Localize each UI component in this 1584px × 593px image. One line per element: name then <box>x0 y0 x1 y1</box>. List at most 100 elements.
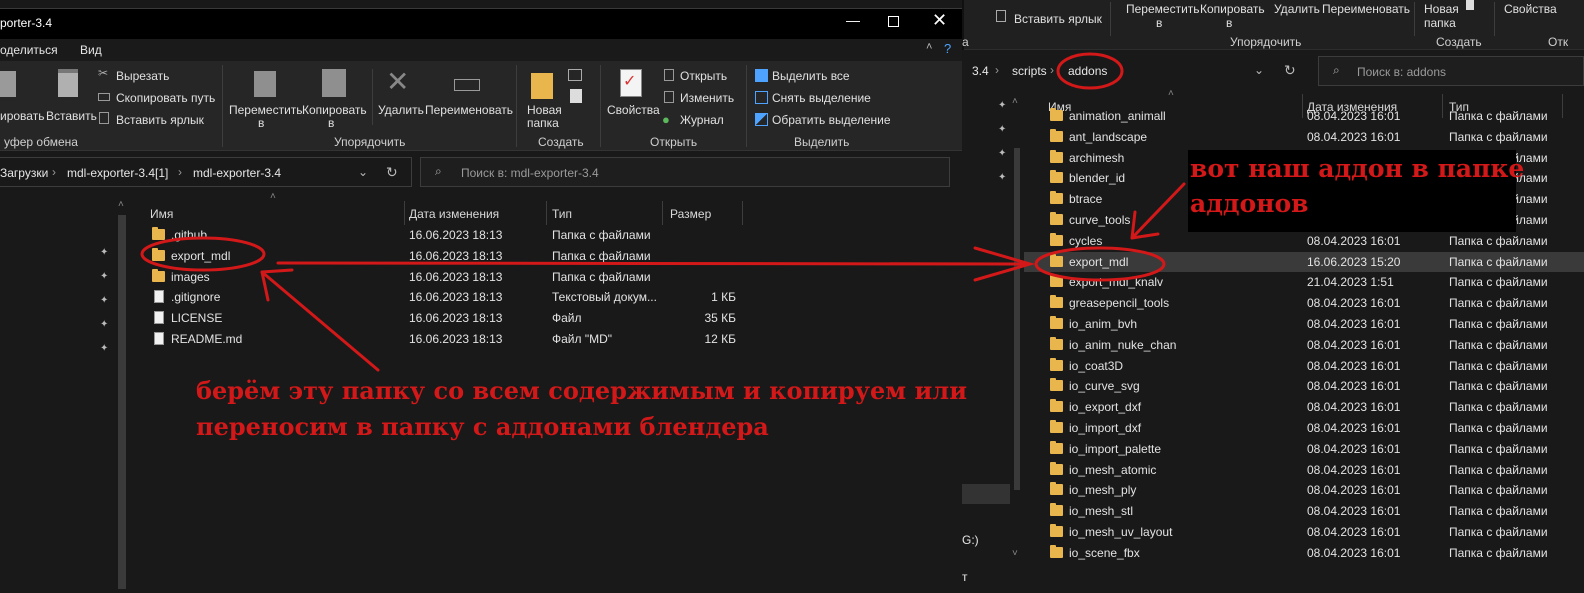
table-row[interactable]: .github 16.06.2023 18:13 Папка с файлами <box>132 225 752 245</box>
paste-shortcut-button[interactable]: Вставить ярлык <box>116 113 204 127</box>
table-row[interactable]: io_coat3D 08.04.2023 16:01 Папка с файлами <box>1024 356 1584 376</box>
column-header-date[interactable]: Дата изменения <box>409 207 499 221</box>
edit-button[interactable]: Изменить <box>680 91 734 105</box>
copy-to-button[interactable]: Копировать <box>1200 2 1265 16</box>
column-header-type[interactable]: Тип <box>552 207 572 221</box>
table-row[interactable]: .gitignore 16.06.2023 18:13 Текстовый доку… <box>132 287 752 307</box>
column-header-name[interactable]: Имя <box>150 207 173 221</box>
table-row[interactable]: cycles 08.04.2023 16:01 Папка с файлами <box>1024 231 1584 251</box>
table-row[interactable]: export_mdl 16.06.2023 18:13 Папка с файлам… <box>132 246 752 266</box>
search-box[interactable]: ⌕ Поиск в: addons <box>1318 56 1584 86</box>
table-row[interactable]: io_mesh_stl 08.04.2023 16:01 Папка с файла… <box>1024 501 1584 521</box>
nav-selected-item[interactable] <box>962 484 1010 504</box>
folder-icon <box>1050 316 1063 329</box>
invert-selection-button[interactable]: Обратить выделение <box>772 113 891 127</box>
collapse-ribbon-icon[interactable]: ˄ <box>926 41 932 53</box>
move-to-button[interactable]: Переместить <box>1126 2 1200 16</box>
address-bar[interactable]: Загрузки › mdl-exporter-3.4[1] › mdl-exp… <box>0 157 412 187</box>
table-row[interactable]: io_import_dxf 08.04.2023 16:01 Папка с фай… <box>1024 418 1584 438</box>
refresh-icon[interactable]: ↻ <box>386 164 398 181</box>
rename-button[interactable]: Переименовать <box>1322 2 1410 16</box>
table-row[interactable]: io_scene_fbx 08.04.2023 16:01 Папка с файл… <box>1024 543 1584 563</box>
pin-icon[interactable]: ✦ <box>100 295 108 306</box>
delete-button[interactable]: Удалить <box>378 103 424 117</box>
open-button[interactable]: Открыть <box>680 69 727 83</box>
copy-to-button[interactable]: Копировать <box>302 103 367 117</box>
close-icon[interactable]: ✕ <box>932 10 947 31</box>
search-input[interactable]: Поиск в: mdl-exporter-3.4 <box>461 166 599 180</box>
select-all-button[interactable]: Выделить все <box>772 69 850 83</box>
table-row[interactable]: ant_landscape 08.04.2023 16:01 Папка с фай… <box>1024 127 1584 147</box>
new-folder-button[interactable]: Новая <box>1424 2 1459 16</box>
search-icon: ⌕ <box>1333 63 1340 77</box>
cut-button[interactable]: Вырезать <box>116 69 169 83</box>
chevron-down-icon[interactable]: ⌄ <box>1254 63 1264 77</box>
breadcrumb-item[interactable]: Загрузки <box>0 166 48 180</box>
table-row[interactable]: io_mesh_uv_layout 08.04.2023 16:01 Папка с… <box>1024 522 1584 542</box>
pin-icon[interactable]: ✦ <box>998 148 1006 159</box>
nav-scrollbar[interactable] <box>1014 148 1020 490</box>
table-row[interactable]: README.md 16.06.2023 18:13 Файл "MD" 12 КБ <box>132 329 752 349</box>
pin-icon[interactable]: ✦ <box>998 100 1006 111</box>
column-header-size[interactable]: Размер <box>670 207 711 221</box>
table-row[interactable]: io_mesh_ply 08.04.2023 16:01 Папка с файла… <box>1024 480 1584 500</box>
rename-button[interactable]: Переименовать <box>425 103 513 117</box>
nav-scrollbar[interactable] <box>118 215 126 589</box>
left-rows: .github 16.06.2023 18:13 Папка с файлами ex… <box>132 225 962 365</box>
breadcrumb-item[interactable]: addons <box>1068 64 1107 78</box>
breadcrumb-item[interactable]: mdl-exporter-3.4[1] <box>67 166 168 180</box>
refresh-icon[interactable]: ↻ <box>1284 62 1296 79</box>
pin-icon[interactable]: ✦ <box>998 172 1006 183</box>
table-row[interactable]: io_mesh_atomic 08.04.2023 16:01 Папка с фа… <box>1024 460 1584 480</box>
table-row[interactable]: io_curve_svg 08.04.2023 16:01 Папка с файл… <box>1024 376 1584 396</box>
easy-access-icon[interactable] <box>570 89 582 103</box>
table-row[interactable]: LICENSE 16.06.2023 18:13 Файл 35 КБ <box>132 308 752 328</box>
properties-button[interactable]: Свойства <box>607 103 660 117</box>
search-input[interactable]: Поиск в: addons <box>1357 65 1446 79</box>
scroll-down-icon[interactable]: ˅ <box>1012 548 1018 559</box>
folder-icon <box>152 268 165 282</box>
folder-icon <box>1050 128 1063 142</box>
nav-drive-label[interactable]: G:) <box>962 533 979 547</box>
copy-button[interactable]: ировать <box>0 109 44 123</box>
table-row[interactable]: export_mdl_knalv 21.04.2023 1:51 Папка с ф… <box>1024 272 1584 292</box>
new-item-icon[interactable] <box>568 69 582 81</box>
scroll-up-icon[interactable]: ˄ <box>118 199 124 210</box>
row-type: Файл <box>552 311 582 326</box>
address-bar[interactable]: 3.4 › scripts › addons ⌄ ↻ <box>962 56 1310 86</box>
row-name: .github <box>171 228 208 242</box>
table-row[interactable]: io_anim_bvh 08.04.2023 16:01 Папка с файла… <box>1024 314 1584 334</box>
breadcrumb-item[interactable]: 3.4 <box>972 64 989 78</box>
help-icon[interactable]: ? <box>944 41 951 56</box>
history-button[interactable]: Журнал <box>680 113 724 127</box>
table-row[interactable]: greasepencil_tools 08.04.2023 16:01 Папка … <box>1024 293 1584 313</box>
table-row[interactable]: animation_animall 08.04.2023 16:01 Папка с… <box>1024 106 1584 126</box>
chevron-down-icon[interactable]: ⌄ <box>358 165 368 179</box>
pin-icon[interactable]: ✦ <box>100 343 108 354</box>
maximize-icon[interactable] <box>888 16 899 27</box>
search-box[interactable]: ⌕ Поиск в: mdl-exporter-3.4 <box>420 157 950 187</box>
menu-view[interactable]: Вид <box>80 43 102 57</box>
pin-icon[interactable]: ✦ <box>100 247 108 258</box>
minimize-icon[interactable]: — <box>846 12 860 28</box>
table-row[interactable]: io_anim_nuke_chan 08.04.2023 16:01 Папка с… <box>1024 335 1584 355</box>
pin-icon[interactable]: ✦ <box>100 319 108 330</box>
breadcrumb-item[interactable]: mdl-exporter-3.4 <box>193 166 281 180</box>
copy-path-button[interactable]: Скопировать путь <box>116 91 215 105</box>
breadcrumb-item[interactable]: scripts <box>1012 64 1047 78</box>
new-folder-button[interactable]: Новая <box>527 103 562 117</box>
pin-icon[interactable]: ✦ <box>100 271 108 282</box>
properties-button[interactable]: Свойства <box>1504 2 1557 16</box>
table-row[interactable]: io_import_palette 08.04.2023 16:01 Папка с… <box>1024 439 1584 459</box>
move-to-button[interactable]: Переместить <box>229 103 303 117</box>
select-none-button[interactable]: Снять выделение <box>772 91 871 105</box>
scroll-up-icon[interactable]: ˄ <box>1012 96 1018 107</box>
menu-share[interactable]: оделиться <box>0 43 58 57</box>
delete-button[interactable]: Удалить <box>1274 2 1320 16</box>
table-row[interactable]: export_mdl 16.06.2023 15:20 Папка с файлам… <box>1024 251 1584 272</box>
table-row[interactable]: images 16.06.2023 18:13 Папка с файлами <box>132 267 752 287</box>
pin-icon[interactable]: ✦ <box>998 124 1006 135</box>
paste-shortcut-button[interactable]: Вставить ярлык <box>1014 12 1102 26</box>
table-row[interactable]: io_export_dxf 08.04.2023 16:01 Папка с фай… <box>1024 397 1584 417</box>
paste-button[interactable]: Вставить <box>46 109 97 123</box>
